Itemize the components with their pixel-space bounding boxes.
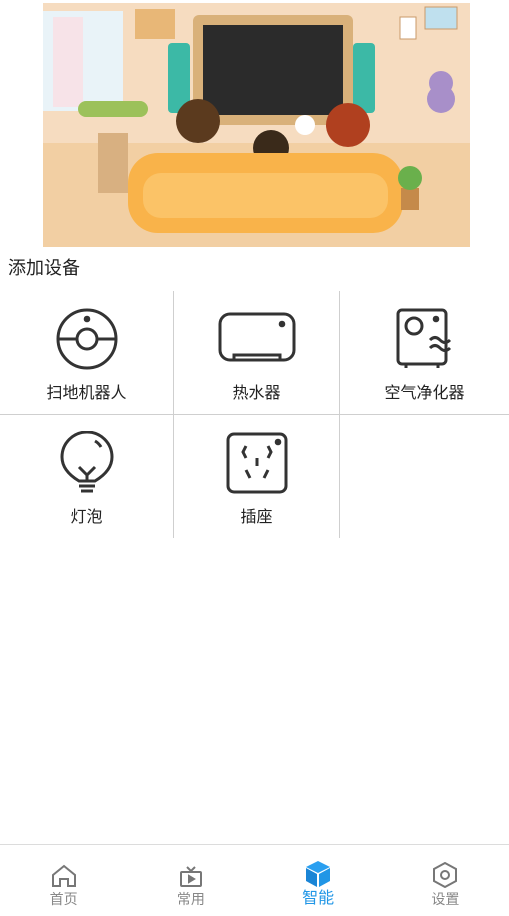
tab-common[interactable]: 常用	[127, 845, 254, 916]
tab-label: 智能	[302, 888, 335, 907]
robot-vacuum-icon	[55, 306, 119, 372]
device-robot-vacuum[interactable]: 扫地机器人	[0, 291, 173, 414]
light-bulb-icon	[59, 430, 115, 496]
device-water-heater[interactable]: 热水器	[174, 291, 339, 414]
tab-label: 首页	[49, 892, 78, 908]
device-light-bulb[interactable]: 灯泡	[0, 415, 173, 538]
device-label: 插座	[240, 507, 273, 526]
settings-icon	[432, 862, 458, 888]
air-purifier-icon	[396, 306, 454, 372]
tab-label: 设置	[431, 892, 460, 908]
tab-settings[interactable]: 设置	[382, 845, 509, 916]
banner-image	[43, 3, 470, 247]
device-grid: 扫地机器人 热水器 空气净化器 灯泡 插座	[0, 291, 509, 538]
grid-divider	[0, 414, 509, 415]
device-power-socket[interactable]: 插座	[174, 415, 339, 538]
device-label: 灯泡	[70, 507, 103, 526]
home-icon	[51, 862, 77, 888]
tab-label: 常用	[176, 892, 205, 908]
water-heater-icon	[218, 306, 296, 372]
bottom-tab-bar: 首页 常用 智能 设置	[0, 844, 509, 916]
device-label: 扫地机器人	[46, 383, 127, 402]
cube-icon	[305, 861, 331, 888]
tab-smart[interactable]: 智能	[255, 845, 382, 916]
power-socket-icon	[226, 430, 288, 496]
tab-home[interactable]: 首页	[0, 845, 127, 916]
device-label: 空气净化器	[384, 383, 465, 402]
device-label: 热水器	[232, 383, 281, 402]
section-title: 添加设备	[8, 258, 80, 279]
device-air-purifier[interactable]: 空气净化器	[340, 291, 509, 414]
tv-icon	[179, 862, 203, 888]
